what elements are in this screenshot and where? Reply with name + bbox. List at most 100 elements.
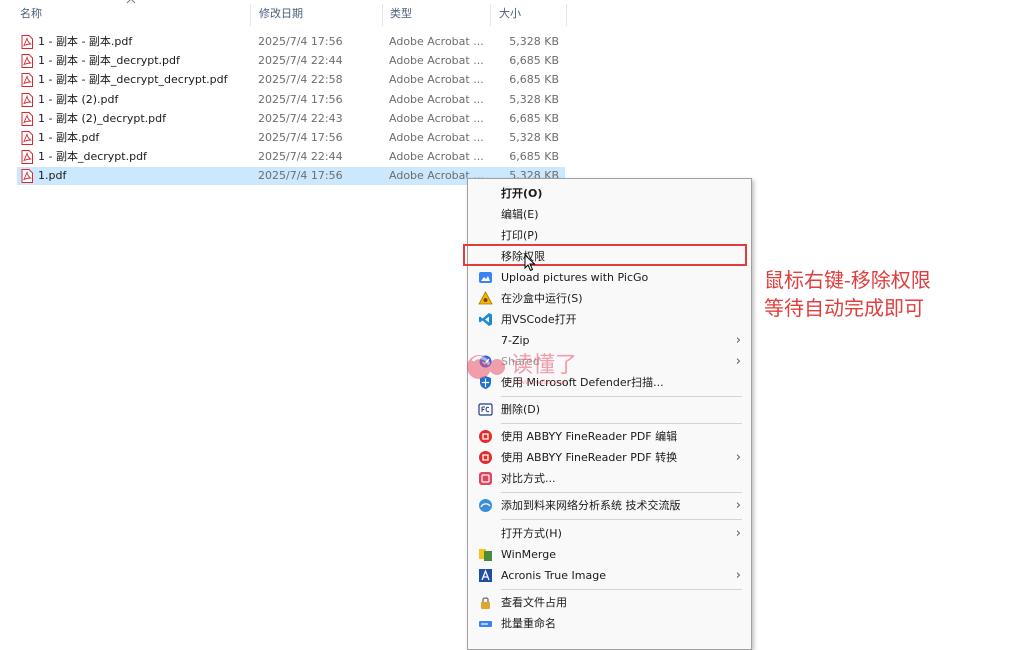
menu-item-label: 用VSCode打开: [501, 313, 577, 326]
menu-item-label: 编辑(E): [501, 208, 539, 221]
file-type: Adobe Acrobat ...: [389, 150, 484, 164]
rename-icon: [479, 621, 492, 627]
menu-separator: [501, 492, 742, 493]
menu-item-label: 打印(P): [501, 229, 539, 242]
file-type: Adobe Acrobat ...: [389, 54, 484, 68]
file-row[interactable]: 1 - 副本 - 副本_decrypt.pdf 2025/7/4 22:44 A…: [17, 52, 565, 70]
menu-item-picgo[interactable]: Upload pictures with PicGo: [468, 267, 751, 288]
menu-separator: [501, 423, 742, 424]
compare-icon: [479, 472, 492, 485]
menu-item-open-with[interactable]: 打开方式(H) ›: [468, 523, 751, 544]
column-type[interactable]: 类型: [388, 0, 490, 28]
file-date: 2025/7/4 22:58: [258, 73, 343, 87]
file-row[interactable]: 1 - 副本 - 副本.pdf 2025/7/4 17:56 Adobe Acr…: [17, 33, 565, 51]
file-size: 6,685 KB: [509, 111, 559, 125]
file-name: 1 - 副本 (2).pdf: [38, 92, 119, 106]
column-divider[interactable]: [490, 4, 491, 26]
file-name: 1.pdf: [38, 169, 67, 183]
menu-item-network-analysis[interactable]: 添加到料来网络分析系统 技术交流版 ›: [468, 495, 751, 516]
network-analysis-icon: [479, 499, 492, 512]
menu-item-label: WinMerge: [501, 548, 556, 561]
menu-item-label: 批量重命名: [501, 617, 556, 630]
menu-item-label: 对比方式...: [501, 472, 556, 485]
pdf-file-icon: [21, 35, 33, 49]
file-row[interactable]: 1 - 副本 - 副本_decrypt_decrypt.pdf 2025/7/4…: [17, 71, 565, 89]
file-name: 1 - 副本_decrypt.pdf: [38, 150, 147, 164]
menu-item-abbyy-convert[interactable]: 使用 ABBYY FineReader PDF 转换 ›: [468, 447, 751, 468]
column-divider[interactable]: [250, 4, 251, 26]
menu-item-label: 打开方式(H): [501, 527, 562, 540]
file-date: 2025/7/4 17:56: [258, 131, 343, 144]
menu-item-label: 使用 ABBYY FineReader PDF 编辑: [501, 430, 678, 443]
file-type: Adobe Acrobat ...: [389, 131, 484, 144]
file-row[interactable]: 1 - 副本.pdf 2025/7/4 17:56 Adobe Acrobat …: [17, 129, 565, 147]
annotation-line-1: 鼠标右键-移除权限: [764, 268, 931, 292]
menu-item-open[interactable]: 打开(O): [468, 183, 751, 204]
file-size: 5,328 KB: [509, 35, 559, 48]
submenu-arrow-icon: ›: [735, 333, 741, 348]
sandboxie-icon: [478, 291, 493, 305]
menu-separator: [501, 396, 742, 397]
file-name: 1 - 副本 - 副本_decrypt_decrypt.pdf: [38, 73, 228, 87]
file-size: 5,328 KB: [509, 92, 559, 106]
pdf-file-icon: [21, 169, 33, 184]
column-divider[interactable]: [566, 4, 567, 26]
menu-item-file-usage[interactable]: 查看文件占用: [468, 592, 751, 613]
file-name: 1 - 副本 - 副本_decrypt.pdf: [38, 54, 180, 68]
column-divider[interactable]: [382, 4, 383, 26]
highlight-box: [463, 244, 747, 266]
winmerge-icon: [479, 549, 492, 561]
file-size: 6,685 KB: [509, 73, 559, 87]
menu-item-abbyy-edit[interactable]: 使用 ABBYY FineReader PDF 编辑: [468, 426, 751, 447]
menu-item-delete[interactable]: 删除(D): [468, 399, 751, 420]
menu-item-print[interactable]: 打印(P): [468, 225, 751, 246]
file-row[interactable]: 1 - 副本 (2).pdf 2025/7/4 17:56 Adobe Acro…: [17, 91, 565, 109]
menu-item-vscode[interactable]: 用VSCode打开: [468, 309, 751, 330]
pdf-file-icon: [21, 54, 33, 69]
picgo-icon: [479, 272, 492, 283]
delete-fc-icon: [478, 403, 493, 416]
acronis-icon: [479, 569, 492, 582]
column-size[interactable]: 大小: [497, 0, 559, 28]
menu-item-label: 删除(D): [501, 403, 541, 416]
file-name: 1 - 副本 (2)_decrypt.pdf: [38, 111, 166, 125]
menu-item-compare[interactable]: 对比方式...: [468, 468, 751, 489]
pdf-file-icon: [21, 111, 33, 126]
file-name: 1 - 副本.pdf: [38, 131, 100, 144]
menu-item-label: 打开(O): [501, 187, 543, 200]
file-date: 2025/7/4 17:56: [258, 92, 343, 106]
menu-item-label: 在沙盒中运行(S): [501, 292, 583, 305]
lock-icon: [481, 597, 490, 609]
submenu-arrow-icon: ›: [735, 354, 741, 369]
file-date: 2025/7/4 22:43: [258, 111, 343, 125]
watermark-logo: 读懂了 www.Dudiao.com: [463, 345, 603, 393]
menu-item-label: 添加到料来网络分析系统 技术交流版: [501, 499, 681, 512]
file-row[interactable]: 1 - 副本_decrypt.pdf 2025/7/4 22:44 Adobe …: [17, 148, 565, 166]
menu-item-label: 使用 ABBYY FineReader PDF 转换: [501, 451, 678, 464]
file-row[interactable]: 1 - 副本 (2)_decrypt.pdf 2025/7/4 22:43 Ad…: [17, 110, 565, 128]
file-name: 1 - 副本 - 副本.pdf: [38, 35, 133, 48]
file-type: Adobe Acrobat ...: [389, 111, 484, 125]
menu-separator: [501, 589, 742, 590]
file-type: Adobe Acrobat ...: [389, 35, 484, 48]
submenu-arrow-icon: ›: [735, 498, 741, 513]
menu-item-winmerge[interactable]: WinMerge: [468, 544, 751, 565]
file-type: Adobe Acrobat ...: [389, 92, 484, 106]
menu-item-label: Acronis True Image: [501, 569, 606, 582]
column-date[interactable]: 修改日期: [257, 0, 381, 28]
watermark-site: www.Dudiao.com: [515, 379, 567, 386]
pdf-file-icon: [21, 73, 33, 88]
vscode-icon: [479, 313, 492, 326]
file-size: 5,328 KB: [509, 131, 559, 144]
abbyy-icon: [479, 430, 492, 443]
menu-item-edit[interactable]: 编辑(E): [468, 204, 751, 225]
column-name[interactable]: 名称: [18, 0, 250, 28]
menu-item-acronis[interactable]: Acronis True Image ›: [468, 565, 751, 586]
menu-item-batch-rename[interactable]: 批量重命名: [468, 613, 751, 634]
submenu-arrow-icon: ›: [735, 450, 741, 465]
pdf-file-icon: [21, 150, 33, 165]
annotation-line-2: 等待自动完成即可: [764, 296, 924, 320]
menu-item-sandbox[interactable]: 在沙盒中运行(S): [468, 288, 751, 309]
menu-separator: [501, 519, 742, 520]
file-date: 2025/7/4 22:44: [258, 150, 343, 164]
